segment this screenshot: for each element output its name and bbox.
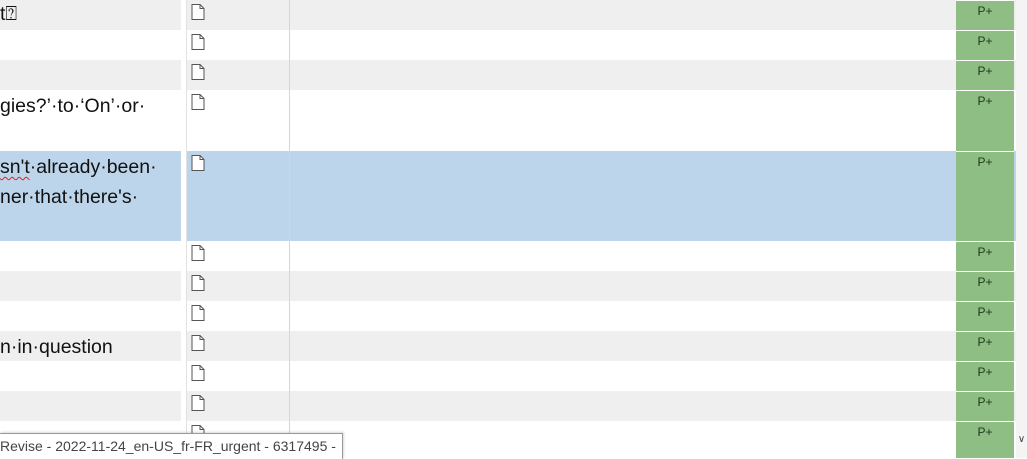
- segment-status-badge[interactable]: P+: [956, 301, 1014, 331]
- segment-row[interactable]: P+: [0, 271, 1016, 301]
- segment-row[interactable]: n·in·question P+: [0, 331, 1016, 361]
- segment-status-badge[interactable]: P+: [956, 30, 1014, 60]
- segment-status-badge[interactable]: P+: [956, 151, 1014, 241]
- column-divider-target: [289, 0, 290, 458]
- segment-row[interactable]: P+: [0, 301, 1016, 331]
- segment-row[interactable]: gies?’·to·‘On’·or· P+: [0, 90, 1016, 151]
- segment-status-badge[interactable]: P+: [956, 331, 1014, 361]
- segment-status-badge[interactable]: P+: [956, 421, 1014, 458]
- source-cell[interactable]: [0, 241, 181, 271]
- segment-grid: t⍰ P+ P+ P+ gies?’·to·‘On’·or· P+ sn't·already…: [0, 0, 1027, 458]
- source-cell[interactable]: [0, 30, 181, 60]
- spellcheck-mark: sn't: [0, 156, 30, 178]
- segment-status-badge[interactable]: P+: [956, 361, 1014, 391]
- document-icon: [191, 275, 205, 291]
- source-text-line: ner·that·there's·: [0, 186, 139, 208]
- source-cell[interactable]: [0, 271, 181, 301]
- segment-status-badge[interactable]: P+: [956, 90, 1014, 151]
- document-tab[interactable]: Revise - 2022-11-24_en-US_fr-FR_urgent -…: [0, 433, 343, 459]
- source-text-line: t⍰: [0, 3, 18, 25]
- document-icon: [191, 335, 205, 351]
- document-icon: [191, 34, 205, 50]
- chevron-down-icon[interactable]: ∨: [1016, 432, 1027, 448]
- segment-row[interactable]: P+: [0, 391, 1016, 421]
- document-icon: [191, 365, 205, 381]
- source-cell[interactable]: [0, 60, 181, 90]
- segment-row[interactable]: P+: [0, 241, 1016, 271]
- source-text-line: gies?’·to·‘On’·or·: [0, 95, 146, 117]
- segment-status-badge[interactable]: P+: [956, 391, 1014, 421]
- source-cell[interactable]: gies?’·to·‘On’·or·: [0, 90, 181, 151]
- segment-row[interactable]: P+: [0, 361, 1016, 391]
- segment-status-badge[interactable]: P+: [956, 60, 1014, 90]
- vertical-scrollbar[interactable]: [1016, 0, 1027, 458]
- document-icon: [191, 94, 205, 110]
- segment-row[interactable]: t⍰ P+: [0, 0, 1016, 30]
- segment-status-badge[interactable]: P+: [956, 0, 1014, 30]
- document-icon: [191, 395, 205, 411]
- segment-status-badge[interactable]: P+: [956, 241, 1014, 271]
- document-icon: [191, 64, 205, 80]
- document-icon: [191, 155, 205, 171]
- segment-row[interactable]: sn't·already·been· ner·that·there's· P+: [0, 151, 1016, 241]
- source-cell[interactable]: [0, 391, 181, 421]
- source-cell[interactable]: n·in·question: [0, 331, 181, 361]
- document-tab-label: Revise - 2022-11-24_en-US_fr-FR_urgent -…: [0, 438, 336, 454]
- source-cell[interactable]: sn't·already·been· ner·that·there's·: [0, 151, 181, 241]
- source-cell[interactable]: [0, 361, 181, 391]
- segment-row[interactable]: P+: [0, 30, 1016, 60]
- source-text-line: n·in·question: [0, 336, 113, 358]
- document-icon: [191, 4, 205, 20]
- document-icon: [191, 305, 205, 321]
- column-divider-left: [186, 0, 187, 458]
- source-text-line: sn't·already·been·: [0, 156, 157, 178]
- segment-row[interactable]: P+: [0, 60, 1016, 90]
- segment-status-badge[interactable]: P+: [956, 271, 1014, 301]
- source-cell[interactable]: t⍰: [0, 0, 181, 30]
- document-icon: [191, 245, 205, 261]
- source-cell[interactable]: [0, 301, 181, 331]
